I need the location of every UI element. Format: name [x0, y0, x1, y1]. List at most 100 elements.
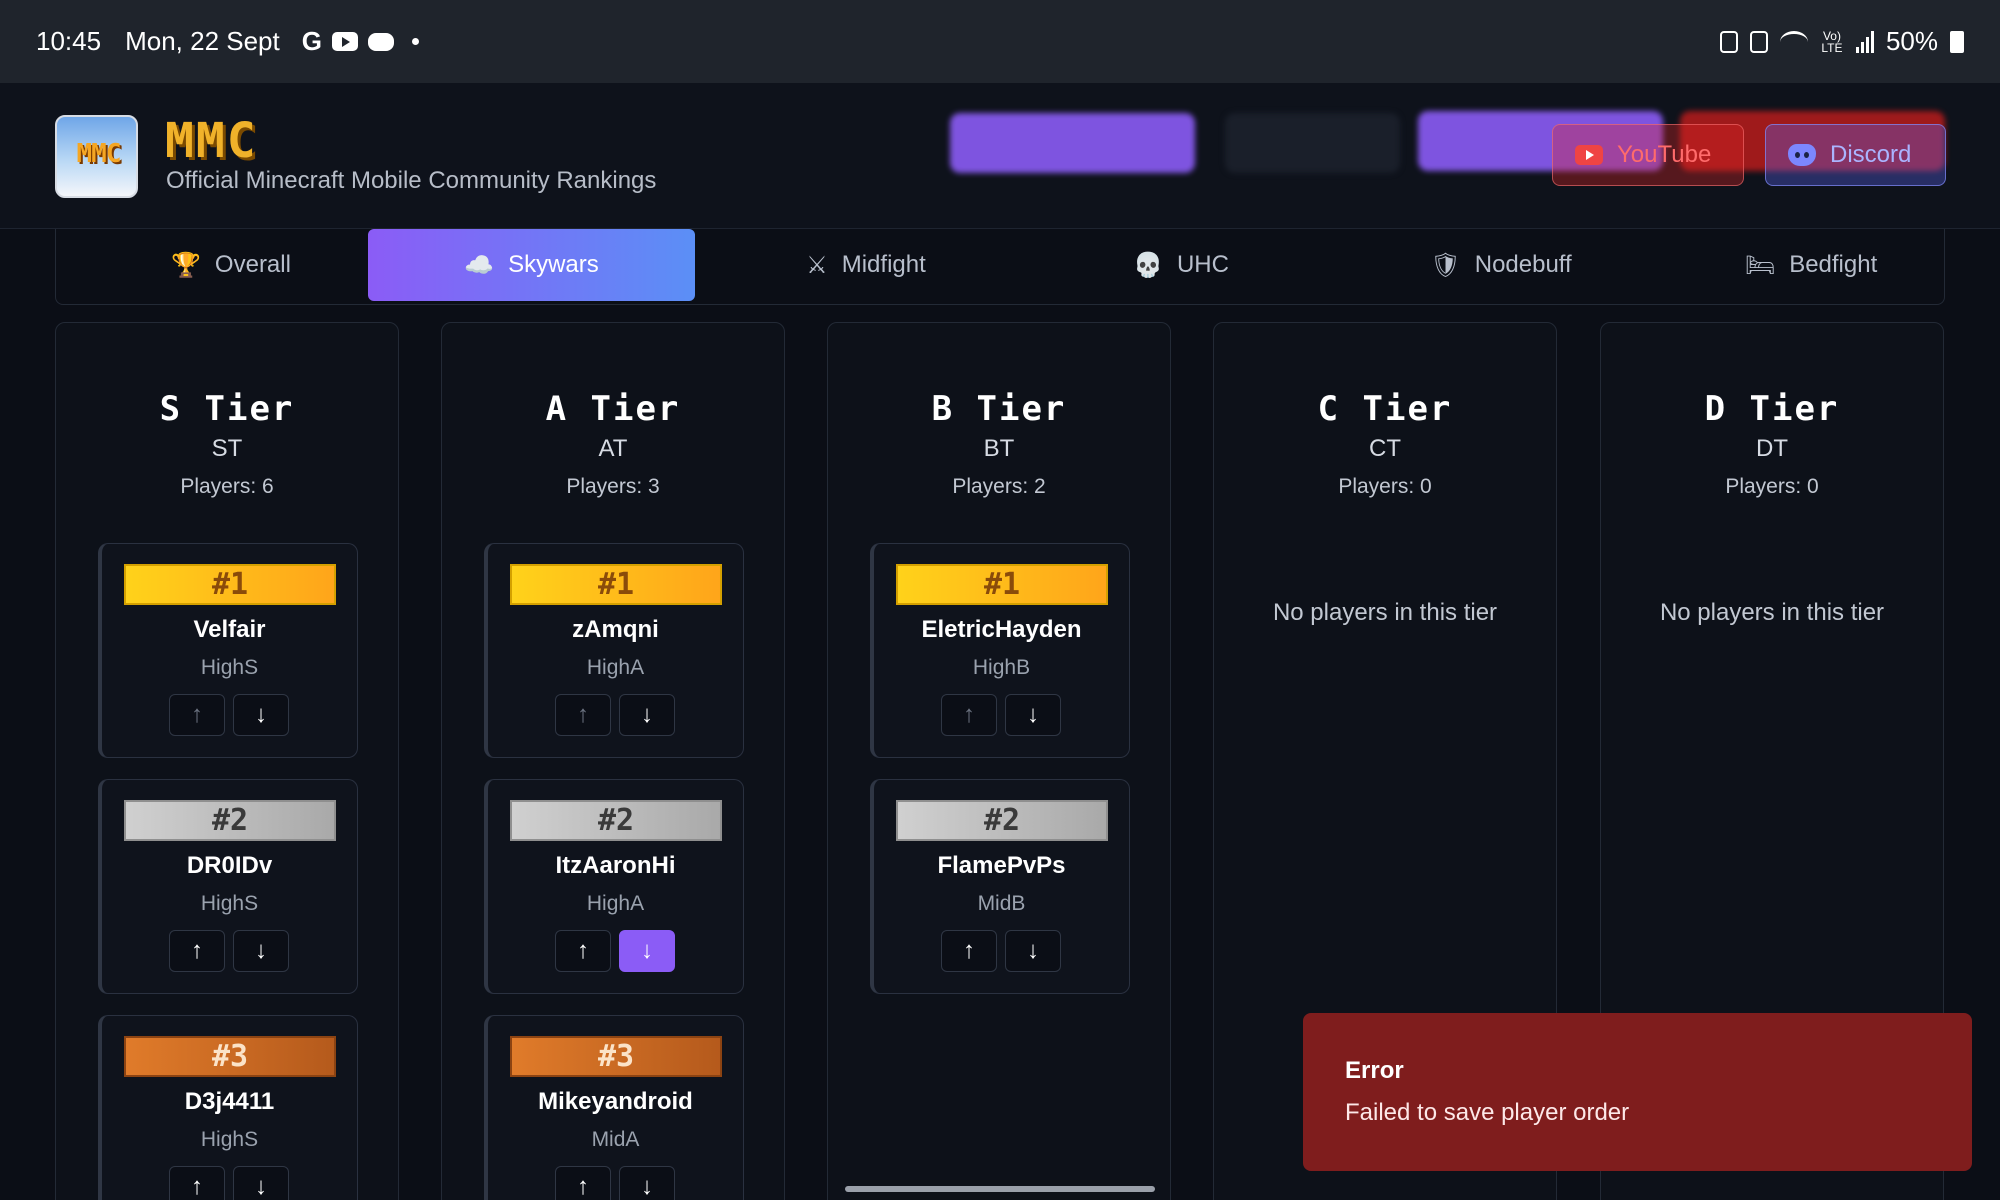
tier-title: D Tier: [1704, 389, 1840, 429]
move-up-button[interactable]: ↑: [941, 930, 997, 972]
player-card[interactable]: #2 FlamePvPs MidB ↑ ↓: [870, 779, 1130, 994]
player-subtier: MidB: [977, 892, 1026, 915]
move-up-button[interactable]: ↑: [169, 930, 225, 972]
player-name: EletricHayden: [921, 616, 1082, 643]
rank-badge-gold: #1: [896, 564, 1108, 605]
tier-code: DT: [1756, 435, 1788, 462]
rank-badge-bronze: #3: [510, 1036, 722, 1077]
status-date: Mon, 22 Sept: [125, 26, 280, 56]
brand-subtitle: Official Minecraft Mobile Community Rank…: [166, 167, 657, 194]
rank-badge-silver: #2: [510, 800, 722, 841]
tab-label: Overall: [214, 251, 291, 278]
player-subtier: HighS: [200, 1128, 259, 1151]
error-toast[interactable]: Error Failed to save player order: [1303, 1013, 1972, 1171]
cloud-icon: ☁️: [464, 251, 495, 279]
move-up-button[interactable]: ↑: [169, 1166, 225, 1200]
trophy-icon: 🏆: [171, 251, 201, 279]
tab-label: Nodebuff: [1474, 251, 1572, 278]
youtube-icon: [1575, 145, 1603, 165]
player-card[interactable]: #3 D3j4411 HighS ↑ ↓: [98, 1015, 358, 1200]
discord-button[interactable]: Discord: [1765, 124, 1946, 186]
move-up-button[interactable]: ↑: [555, 930, 611, 972]
rank-badge-silver: #2: [124, 800, 336, 841]
rank-badge-gold: #1: [124, 564, 336, 605]
toast-title: Error: [1345, 1057, 1404, 1084]
move-down-button[interactable]: ↓: [1005, 694, 1061, 736]
rank-badge-silver: #2: [896, 800, 1108, 841]
tab-skywars[interactable]: ☁️ Skywars: [368, 229, 695, 301]
more-notifications-dot-icon: [411, 38, 419, 45]
player-subtier: HighB: [972, 656, 1031, 679]
empty-tier-message: No players in this tier: [1659, 599, 1885, 626]
tab-nodebuff[interactable]: 🛡 Nodebuff: [1346, 229, 1656, 301]
wifi-icon: [1779, 30, 1808, 53]
notification-icons: G: [302, 26, 419, 57]
youtube-button[interactable]: YouTube: [1552, 124, 1744, 186]
game-controller-icon: [367, 32, 394, 51]
tier-column-b: B Tier BT Players: 2 #1 EletricHayden Hi…: [827, 322, 1171, 1200]
player-card[interactable]: #2 DR0IDv HighS ↑ ↓: [98, 779, 358, 994]
site-header: MMC MMC Official Minecraft Mobile Commun…: [0, 83, 2000, 229]
player-subtier: HighS: [200, 892, 259, 915]
alarm-icon: [1719, 30, 1738, 53]
tab-overall[interactable]: 🏆 Overall: [96, 229, 366, 301]
move-down-button[interactable]: ↓: [619, 1166, 675, 1200]
tab-bedfight[interactable]: 🛏 Bedfight: [1666, 229, 1956, 301]
tier-code: AT: [598, 435, 628, 462]
tier-title: B Tier: [931, 389, 1067, 429]
tier-title: A Tier: [545, 389, 681, 429]
signal-icon: [1855, 30, 1874, 53]
player-name: zAmqni: [572, 616, 659, 643]
player-card[interactable]: #2 ItzAaronHi HighA ↑ ↓: [484, 779, 744, 994]
player-subtier: MidA: [591, 1128, 640, 1151]
move-up-button[interactable]: ↑: [555, 1166, 611, 1200]
tier-code: BT: [983, 435, 1015, 462]
move-up-button[interactable]: ↑: [169, 694, 225, 736]
battery-icon: [1950, 30, 1964, 53]
player-subtier: HighA: [586, 656, 645, 679]
battery-percent: 50%: [1885, 26, 1938, 56]
logo-text: MMC: [76, 139, 122, 169]
tier-player-count: Players: 0: [1725, 475, 1819, 498]
brand-title: MMC: [165, 113, 258, 169]
skull-icon: 💀: [1133, 251, 1163, 279]
toast-message: Failed to save player order: [1345, 1099, 1630, 1126]
move-up-button[interactable]: ↑: [555, 694, 611, 736]
google-icon: G: [301, 26, 322, 56]
move-up-button[interactable]: ↑: [941, 694, 997, 736]
player-name: FlamePvPs: [937, 852, 1066, 879]
youtube-notification-icon: [331, 32, 358, 51]
move-down-button[interactable]: ↓: [233, 930, 289, 972]
tier-column-s: S Tier ST Players: 6 #1 Velfair HighS ↑ …: [55, 322, 399, 1200]
system-icons: Vo) LTE 50%: [1719, 26, 1964, 57]
blurred-button: [950, 113, 1195, 173]
gamemode-tabs: 🏆 Overall ☁️ Skywars ⚔ Midfight 💀 UHC 🛡 …: [55, 229, 1945, 305]
tier-player-count: Players: 2: [952, 475, 1046, 498]
tier-player-count: Players: 6: [180, 475, 274, 498]
mmc-logo[interactable]: MMC: [55, 115, 138, 198]
tier-code: CT: [1369, 435, 1401, 462]
mute-icon: [1749, 30, 1768, 53]
player-card[interactable]: #1 EletricHayden HighB ↑ ↓: [870, 543, 1130, 758]
blurred-button: [1225, 113, 1400, 173]
player-name: D3j4411: [184, 1088, 275, 1115]
player-card[interactable]: #1 zAmqni HighA ↑ ↓: [484, 543, 744, 758]
tier-player-count: Players: 0: [1338, 475, 1432, 498]
tier-column-a: A Tier AT Players: 3 #1 zAmqni HighA ↑ ↓…: [441, 322, 785, 1200]
move-down-button[interactable]: ↓: [619, 930, 675, 972]
move-down-button[interactable]: ↓: [1005, 930, 1061, 972]
player-card[interactable]: #3 Mikeyandroid MidA ↑ ↓: [484, 1015, 744, 1200]
horizontal-scrollbar[interactable]: [845, 1186, 1155, 1192]
tab-midfight[interactable]: ⚔ Midfight: [716, 229, 1016, 301]
move-down-button[interactable]: ↓: [233, 694, 289, 736]
tier-code: ST: [211, 435, 243, 462]
player-name: ItzAaronHi: [555, 852, 676, 879]
move-down-button[interactable]: ↓: [233, 1166, 289, 1200]
player-subtier: HighA: [586, 892, 645, 915]
tab-label: Midfight: [841, 251, 926, 278]
crossed-swords-icon: ⚔: [806, 251, 828, 279]
tab-label: Skywars: [508, 251, 599, 278]
tab-uhc[interactable]: 💀 UHC: [1041, 229, 1321, 301]
move-down-button[interactable]: ↓: [619, 694, 675, 736]
player-card[interactable]: #1 Velfair HighS ↑ ↓: [98, 543, 358, 758]
